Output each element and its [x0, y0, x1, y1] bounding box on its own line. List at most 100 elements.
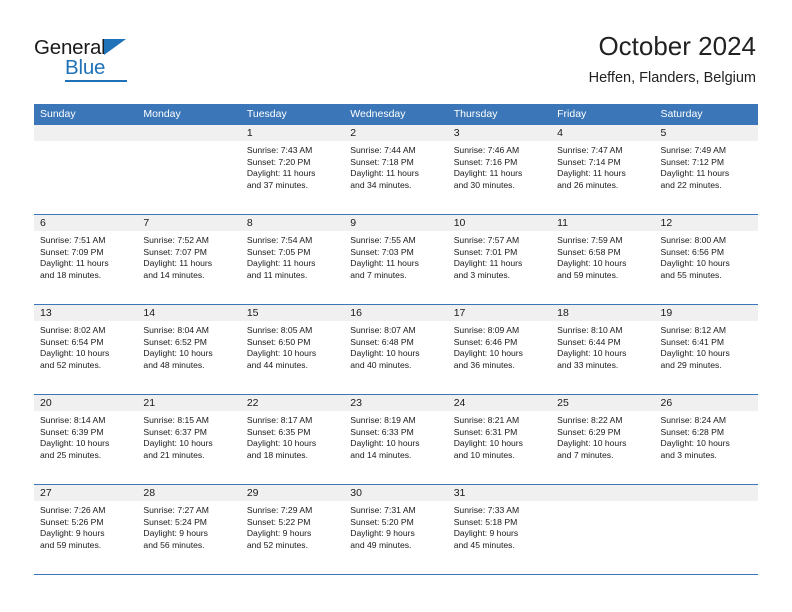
calendar-week-row: 27 Sunrise: 7:26 AM Sunset: 5:26 PM Dayligh…	[34, 484, 758, 574]
calendar-bottom-rule	[34, 574, 758, 575]
calendar-day-cell[interactable]: 27 Sunrise: 7:26 AM Sunset: 5:26 PM Dayligh…	[34, 485, 138, 574]
sunset-text: Sunset: 7:12 PM	[660, 156, 725, 167]
day-sun-info: Sunrise: 7:43 AM Sunset: 7:20 PM Daylight:…	[241, 141, 344, 191]
day-sun-info: Sunrise: 7:44 AM Sunset: 7:18 PM Daylight:…	[344, 141, 447, 191]
calendar-day-cell[interactable]: 30 Sunrise: 7:31 AM Sunset: 5:20 PM Dayligh…	[344, 485, 448, 574]
calendar-day-cell[interactable]: 18 Sunrise: 8:10 AM Sunset: 6:44 PM Dayligh…	[551, 305, 655, 394]
page-header: General Blue October 2024 Heffen, Flande…	[0, 0, 792, 100]
daylight-text-line1: Daylight: 10 hours	[143, 438, 213, 449]
calendar-day-cell[interactable]: 21 Sunrise: 8:15 AM Sunset: 6:37 PM Dayligh…	[137, 395, 241, 484]
calendar-day-cell[interactable]: 25 Sunrise: 8:22 AM Sunset: 6:29 PM Dayligh…	[551, 395, 655, 484]
sunrise-text: Sunrise: 7:59 AM	[557, 235, 623, 245]
page-subtitle: Heffen, Flanders, Belgium	[588, 70, 756, 86]
sunrise-text: Sunrise: 8:15 AM	[143, 415, 209, 425]
calendar-day-cell[interactable]: 7 Sunrise: 7:52 AM Sunset: 7:07 PM Daylight…	[137, 215, 241, 304]
daylight-text-line2: and 44 minutes.	[246, 359, 308, 370]
daylight-text-line1: Daylight: 10 hours	[453, 348, 523, 359]
daylight-text-line1: Daylight: 10 hours	[660, 348, 730, 359]
calendar-day-cell[interactable]: 8 Sunrise: 7:54 AM Sunset: 7:05 PM Daylight…	[240, 215, 345, 304]
daylight-text-line2: and 29 minutes.	[660, 359, 722, 370]
daylight-text-line2: and 22 minutes.	[660, 179, 722, 190]
calendar-day-cell[interactable]: 24 Sunrise: 8:21 AM Sunset: 6:31 PM Dayligh…	[447, 395, 552, 484]
sunset-text: Sunset: 6:54 PM	[40, 336, 104, 347]
calendar-day-cell[interactable]: 28 Sunrise: 7:27 AM Sunset: 5:24 PM Dayligh…	[137, 485, 241, 574]
calendar-day-cell[interactable]: 12 Sunrise: 8:00 AM Sunset: 6:56 PM Dayligh…	[654, 215, 758, 304]
calendar-day-cell[interactable]: 10 Sunrise: 7:57 AM Sunset: 7:01 PM Dayligh…	[447, 215, 552, 304]
day-sun-info: Sunrise: 7:31 AM Sunset: 5:20 PM Daylight:…	[344, 501, 447, 551]
day-sun-info: Sunrise: 8:22 AM Sunset: 6:29 PM Daylight:…	[551, 411, 654, 461]
day-number	[654, 485, 758, 501]
calendar-day-cell[interactable]: 15 Sunrise: 8:05 AM Sunset: 6:50 PM Dayligh…	[240, 305, 345, 394]
generalblue-logo[interactable]: General Blue	[34, 36, 164, 84]
daylight-text-line1: Daylight: 11 hours	[350, 258, 419, 269]
day-number: 15	[240, 305, 345, 321]
sunset-text: Sunset: 6:31 PM	[453, 426, 518, 437]
daylight-text-line2: and 45 minutes.	[453, 539, 515, 550]
calendar-day-cell[interactable]: 29 Sunrise: 7:29 AM Sunset: 5:22 PM Dayligh…	[240, 485, 345, 574]
sunrise-text: Sunrise: 8:00 AM	[660, 235, 726, 245]
calendar-day-cell-empty	[137, 125, 241, 214]
daylight-text-line2: and 56 minutes.	[143, 539, 205, 550]
day-sun-info: Sunrise: 8:17 AM Sunset: 6:35 PM Daylight:…	[241, 411, 344, 461]
sunset-text: Sunset: 6:33 PM	[350, 426, 414, 437]
day-number: 25	[551, 395, 655, 411]
day-sun-info: Sunrise: 7:57 AM Sunset: 7:01 PM Daylight:…	[448, 231, 551, 281]
daylight-text-line2: and 59 minutes.	[40, 539, 102, 550]
calendar-weeks: 1 Sunrise: 7:43 AM Sunset: 7:20 PM Daylight…	[34, 124, 758, 574]
sunrise-text: Sunrise: 8:07 AM	[350, 325, 416, 335]
calendar-day-cell[interactable]: 2 Sunrise: 7:44 AM Sunset: 7:18 PM Daylight…	[344, 125, 448, 214]
calendar-day-cell[interactable]: 31 Sunrise: 7:33 AM Sunset: 5:18 PM Dayligh…	[447, 485, 552, 574]
day-number: 14	[137, 305, 241, 321]
sunset-text: Sunset: 5:18 PM	[453, 516, 518, 527]
calendar-day-cell[interactable]: 23 Sunrise: 8:19 AM Sunset: 6:33 PM Dayligh…	[344, 395, 448, 484]
day-sun-info: Sunrise: 8:04 AM Sunset: 6:52 PM Daylight:…	[137, 321, 240, 371]
sunset-text: Sunset: 5:24 PM	[143, 516, 207, 527]
day-sun-info: Sunrise: 7:51 AM Sunset: 7:09 PM Daylight:…	[34, 231, 137, 281]
daylight-text-line1: Daylight: 10 hours	[557, 348, 627, 359]
calendar-day-cell[interactable]: 26 Sunrise: 8:24 AM Sunset: 6:28 PM Dayligh…	[654, 395, 758, 484]
logo-text-blue: Blue	[65, 56, 106, 79]
sunset-text: Sunset: 6:35 PM	[246, 426, 311, 437]
day-number: 1	[240, 125, 345, 141]
daylight-text-line1: Daylight: 9 hours	[246, 528, 312, 539]
calendar-day-cell[interactable]: 11 Sunrise: 7:59 AM Sunset: 6:58 PM Dayligh…	[551, 215, 655, 304]
daylight-text-line2: and 26 minutes.	[557, 179, 619, 190]
calendar-day-cell[interactable]: 3 Sunrise: 7:46 AM Sunset: 7:16 PM Daylight…	[447, 125, 552, 214]
calendar-day-cell[interactable]: 6 Sunrise: 7:51 AM Sunset: 7:09 PM Daylight…	[34, 215, 138, 304]
daylight-text-line2: and 48 minutes.	[143, 359, 205, 370]
daylight-text-line2: and 37 minutes.	[246, 179, 308, 190]
calendar-day-cell[interactable]: 4 Sunrise: 7:47 AM Sunset: 7:14 PM Daylight…	[551, 125, 655, 214]
calendar-week-row: 13 Sunrise: 8:02 AM Sunset: 6:54 PM Dayligh…	[34, 304, 758, 394]
calendar-day-cell[interactable]: 1 Sunrise: 7:43 AM Sunset: 7:20 PM Daylight…	[240, 125, 345, 214]
sunset-text: Sunset: 7:16 PM	[453, 156, 518, 167]
calendar-day-cell[interactable]: 13 Sunrise: 8:02 AM Sunset: 6:54 PM Dayligh…	[34, 305, 138, 394]
calendar-day-cell[interactable]: 9 Sunrise: 7:55 AM Sunset: 7:03 PM Daylight…	[344, 215, 448, 304]
day-number: 13	[34, 305, 138, 321]
daylight-text-line2: and 30 minutes.	[453, 179, 515, 190]
weekday-header-tuesday: Tuesday	[246, 108, 287, 120]
sunset-text: Sunset: 7:20 PM	[246, 156, 311, 167]
sunrise-text: Sunrise: 8:14 AM	[40, 415, 106, 425]
calendar-day-cell[interactable]: 5 Sunrise: 7:49 AM Sunset: 7:12 PM Daylight…	[654, 125, 758, 214]
calendar-day-cell[interactable]: 22 Sunrise: 8:17 AM Sunset: 6:35 PM Dayligh…	[240, 395, 345, 484]
day-number	[551, 485, 655, 501]
daylight-text-line2: and 52 minutes.	[246, 539, 308, 550]
sunset-text: Sunset: 6:37 PM	[143, 426, 207, 437]
day-number: 24	[447, 395, 552, 411]
weekday-header-monday: Monday	[143, 108, 181, 120]
calendar-day-cell[interactable]: 16 Sunrise: 8:07 AM Sunset: 6:48 PM Dayligh…	[344, 305, 448, 394]
sunrise-text: Sunrise: 7:52 AM	[143, 235, 209, 245]
calendar-day-cell[interactable]: 14 Sunrise: 8:04 AM Sunset: 6:52 PM Dayligh…	[137, 305, 241, 394]
daylight-text-line1: Daylight: 10 hours	[350, 348, 420, 359]
sunset-text: Sunset: 6:50 PM	[246, 336, 311, 347]
calendar-day-cell[interactable]: 20 Sunrise: 8:14 AM Sunset: 6:39 PM Dayligh…	[34, 395, 138, 484]
calendar-day-cell[interactable]: 19 Sunrise: 8:12 AM Sunset: 6:41 PM Dayligh…	[654, 305, 758, 394]
sunrise-text: Sunrise: 7:43 AM	[246, 145, 313, 155]
calendar-day-cell-empty	[34, 125, 138, 214]
daylight-text-line1: Daylight: 10 hours	[453, 438, 523, 449]
sunrise-text: Sunrise: 8:10 AM	[557, 325, 623, 335]
daylight-text-line2: and 33 minutes.	[557, 359, 619, 370]
sunrise-text: Sunrise: 8:04 AM	[143, 325, 209, 335]
sunset-text: Sunset: 6:29 PM	[557, 426, 621, 437]
calendar-day-cell[interactable]: 17 Sunrise: 8:09 AM Sunset: 6:46 PM Dayligh…	[447, 305, 552, 394]
